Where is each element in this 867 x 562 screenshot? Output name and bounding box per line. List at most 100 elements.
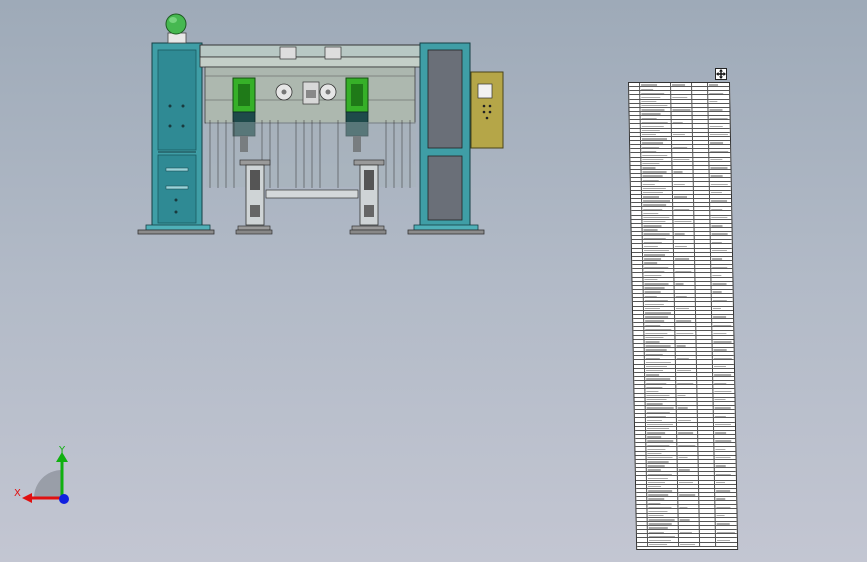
bom-cell <box>631 207 643 211</box>
bom-cell <box>646 476 678 480</box>
bom-cell <box>699 534 716 538</box>
bom-cell <box>648 542 680 546</box>
bom-cell <box>671 124 693 128</box>
bom-cell <box>713 365 734 368</box>
bom-cell <box>635 480 648 484</box>
move-arrows-icon <box>716 69 726 79</box>
bom-cell <box>710 178 731 181</box>
bom-cell <box>675 323 697 327</box>
bom-cell <box>708 104 729 107</box>
bom-cell <box>678 538 701 542</box>
bom-cell <box>709 141 730 144</box>
bom-cell <box>699 488 716 492</box>
bom-cell <box>672 186 694 190</box>
bom-cell <box>634 376 646 381</box>
bom-cell <box>645 385 677 389</box>
bom-cell <box>643 306 675 310</box>
bom-cell <box>696 356 713 360</box>
bom-cell <box>698 434 715 439</box>
bom-cell <box>631 240 643 244</box>
bom-cell <box>715 476 736 479</box>
bom-cell <box>645 372 677 376</box>
bom-cell <box>633 319 645 323</box>
bom-cell <box>696 314 713 319</box>
bom-cell <box>647 509 679 513</box>
bom-cell <box>677 480 700 484</box>
bom-cell <box>678 513 700 517</box>
bom-cell <box>676 414 698 418</box>
bom-cell <box>672 161 694 165</box>
bom-cell <box>697 418 714 422</box>
bom-cell <box>635 430 647 434</box>
bom-cell <box>694 223 711 227</box>
bom-cell <box>634 385 646 389</box>
bom-cell <box>711 253 732 256</box>
bom-cell <box>629 120 641 124</box>
bom-cell <box>697 393 714 397</box>
table-move-handle[interactable] <box>715 68 727 80</box>
bom-cell <box>695 256 712 261</box>
bom-cell <box>709 124 730 128</box>
bom-cell <box>693 140 710 145</box>
bom-cell <box>676 372 698 376</box>
bom-cell <box>633 348 645 352</box>
bom-cell <box>693 174 710 178</box>
bom-cell <box>629 103 641 107</box>
bom-cell <box>696 343 713 347</box>
bom-cell <box>631 232 643 236</box>
bom-cell <box>692 120 709 124</box>
bom-cell <box>630 169 642 174</box>
bom-cell <box>692 116 709 120</box>
bom-cell <box>645 410 677 414</box>
bom-cell <box>635 443 647 447</box>
bom-cell <box>631 198 643 203</box>
left-column-upper-panel <box>157 49 197 151</box>
bom-cell <box>698 447 715 451</box>
bom-cell <box>696 360 713 364</box>
bom-cell <box>633 364 645 368</box>
bom-cell <box>673 207 695 211</box>
bom-cell <box>673 227 695 232</box>
bom-cell <box>713 373 734 376</box>
graphics-viewport[interactable]: Y X <box>0 0 867 562</box>
right-column-lower-window <box>427 155 463 221</box>
bom-cell <box>673 203 695 207</box>
bom-cell <box>675 327 697 331</box>
bom-cell <box>643 302 675 306</box>
bom-cell <box>632 281 644 285</box>
bom-cell <box>693 153 710 157</box>
bom-cell <box>709 149 730 153</box>
bom-cell <box>646 447 678 451</box>
cad-model-drawing[interactable] <box>0 0 867 562</box>
bom-cell <box>672 145 694 149</box>
bom-cell <box>712 302 733 305</box>
bom-cell <box>710 211 731 214</box>
bom-cell <box>636 526 648 530</box>
bom-cell <box>712 340 733 343</box>
bom-cell <box>698 459 715 463</box>
bom-cell <box>645 405 677 410</box>
bom-cell <box>695 298 712 302</box>
bom-cell <box>695 261 712 265</box>
bom-cell <box>712 286 733 289</box>
bom-cell <box>642 198 674 203</box>
bom-cell <box>641 190 673 194</box>
bom-cell <box>631 211 643 215</box>
bom-cell <box>632 256 644 261</box>
bom-cell <box>636 517 648 521</box>
bom-cell <box>694 236 711 240</box>
bom-cell <box>715 493 736 496</box>
bom-cell <box>692 91 709 95</box>
bom-cell <box>699 517 716 521</box>
bom-cell <box>694 203 711 207</box>
bom-cell <box>714 427 735 430</box>
bom-cell <box>630 186 642 190</box>
bom-cell <box>678 526 700 530</box>
bom-cell <box>647 517 679 521</box>
bom-cell <box>673 232 695 236</box>
bom-cell <box>641 165 673 169</box>
bom-table[interactable] <box>628 82 739 550</box>
bom-cell <box>645 418 677 422</box>
bom-cell <box>675 364 697 368</box>
bom-cell <box>674 269 696 273</box>
